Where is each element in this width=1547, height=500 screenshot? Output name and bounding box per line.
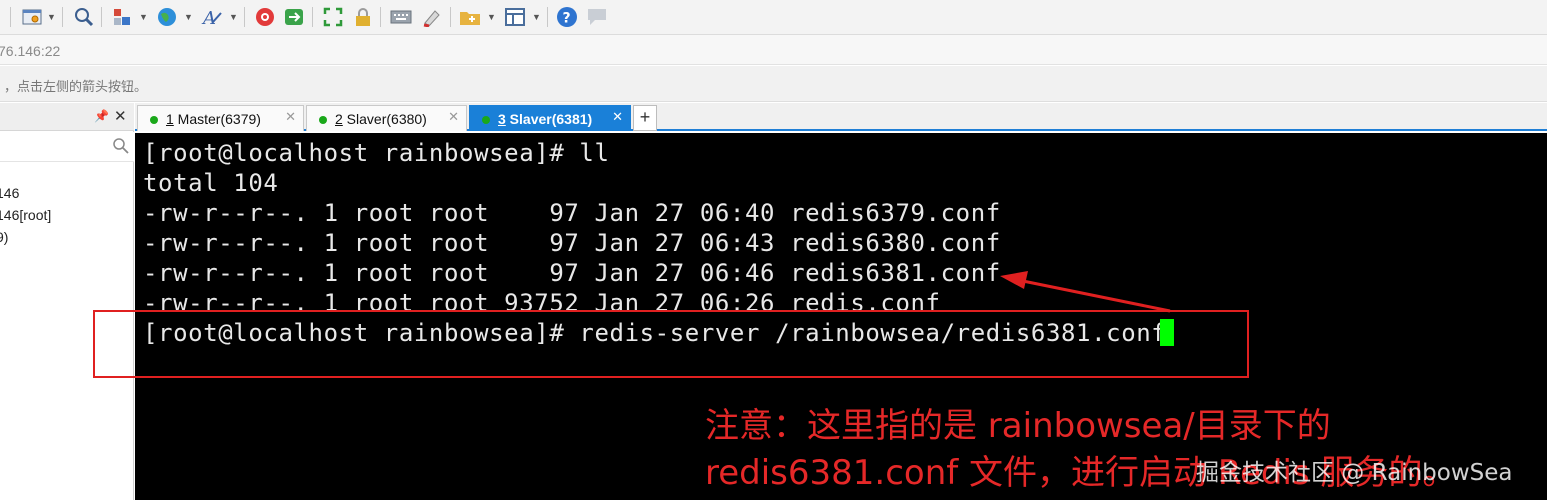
hint-text: ，点击左侧的箭头按钮。 bbox=[4, 79, 148, 94]
terminal-line: total 104 bbox=[143, 169, 279, 197]
toolbar-separator bbox=[244, 7, 245, 27]
session-tree-item[interactable]: 9) bbox=[0, 229, 8, 245]
chevron-down-icon[interactable]: ▼ bbox=[229, 12, 238, 22]
globe-icon[interactable] bbox=[155, 5, 179, 29]
connected-status-icon bbox=[482, 116, 490, 124]
tab-slaver-6381[interactable]: 3 Slaver(6381) ✕ bbox=[469, 105, 631, 131]
toolbar-separator bbox=[312, 7, 313, 27]
session-panel: 📌 ✕ 146 146[root] 9) bbox=[0, 103, 134, 500]
terminal-line: -rw-r--r--. 1 root root 97 Jan 27 06:43 … bbox=[143, 229, 1001, 257]
chevron-down-icon[interactable]: ▼ bbox=[184, 12, 193, 22]
toolbar-separator bbox=[62, 7, 63, 27]
svg-text:A: A bbox=[201, 8, 216, 27]
terminal-line: -rw-r--r--. 1 root root 97 Jan 27 06:40 … bbox=[143, 199, 1001, 227]
annotation-arrow-icon bbox=[1000, 271, 1171, 313]
panel-header: 📌 ✕ bbox=[0, 103, 134, 131]
toolbar: ▼ ▼ ▼ A ▼ ▼ ▼ ? bbox=[0, 0, 1547, 35]
layout-icon[interactable] bbox=[503, 5, 527, 29]
chat-icon[interactable] bbox=[585, 5, 609, 29]
session-tree-item[interactable]: 146[root] bbox=[0, 207, 51, 223]
close-icon[interactable]: ✕ bbox=[612, 109, 623, 125]
font-icon[interactable]: A bbox=[200, 5, 224, 29]
address-bar[interactable]: 76.146:22 bbox=[0, 35, 1547, 65]
chevron-down-icon[interactable]: ▼ bbox=[532, 12, 541, 22]
chevron-down-icon[interactable]: ▼ bbox=[139, 12, 148, 22]
session-tree-item[interactable]: 146 bbox=[0, 185, 19, 201]
pin-icon[interactable]: 📌 bbox=[94, 109, 109, 123]
toolbar-separator bbox=[10, 7, 11, 27]
tab-label: 3 Slaver(6381) bbox=[498, 111, 593, 127]
highlight-box bbox=[93, 310, 1249, 378]
tab-slaver-6380[interactable]: 2 Slaver(6380) ✕ bbox=[306, 105, 467, 131]
find-icon[interactable] bbox=[72, 5, 96, 29]
search-icon[interactable] bbox=[112, 137, 130, 155]
highlight-icon[interactable] bbox=[420, 5, 444, 29]
hint-bar: ，点击左侧的箭头按钮。 bbox=[0, 66, 1547, 102]
annotation-line-1: 注意：这里指的是 rainbowsea/目录下的 bbox=[705, 406, 1331, 446]
close-icon[interactable]: ✕ bbox=[448, 109, 459, 125]
toolbar-separator bbox=[450, 7, 451, 27]
watermark: 掘金技术社区 @ RainbowSea bbox=[1196, 460, 1513, 486]
connected-status-icon bbox=[319, 116, 327, 124]
svg-text:?: ? bbox=[563, 11, 571, 27]
session-search-input[interactable] bbox=[0, 132, 134, 162]
tab-bar: 1 Master(6379) ✕ 2 Slaver(6380) ✕ 3 Slav… bbox=[135, 103, 1547, 131]
terminal-line: [root@localhost rainbowsea]# ll bbox=[143, 139, 610, 167]
session-manager-icon[interactable] bbox=[110, 5, 134, 29]
terminal-settings-icon[interactable] bbox=[20, 5, 44, 29]
terminal-line: -rw-r--r--. 1 root root 97 Jan 27 06:46 … bbox=[143, 259, 1001, 287]
address-text: 76.146:22 bbox=[0, 43, 61, 59]
lock-icon[interactable] bbox=[351, 5, 375, 29]
tab-master-6379[interactable]: 1 Master(6379) ✕ bbox=[137, 105, 304, 131]
close-icon[interactable]: ✕ bbox=[285, 109, 296, 125]
connected-status-icon bbox=[150, 116, 158, 124]
tab-label: 1 Master(6379) bbox=[166, 111, 261, 127]
close-icon[interactable]: ✕ bbox=[114, 107, 127, 125]
toolbar-separator bbox=[380, 7, 381, 27]
transfer-icon[interactable] bbox=[282, 5, 306, 29]
fullscreen-icon[interactable] bbox=[321, 5, 345, 29]
keyboard-icon[interactable] bbox=[389, 5, 413, 29]
new-folder-icon[interactable] bbox=[458, 5, 482, 29]
help-icon[interactable]: ? bbox=[555, 5, 579, 29]
toolbar-separator bbox=[547, 7, 548, 27]
chevron-down-icon[interactable]: ▼ bbox=[487, 12, 496, 22]
redhat-icon[interactable] bbox=[253, 5, 277, 29]
chevron-down-icon[interactable]: ▼ bbox=[47, 12, 56, 22]
toolbar-separator bbox=[101, 7, 102, 27]
tab-label: 2 Slaver(6380) bbox=[335, 111, 427, 127]
new-tab-button[interactable]: + bbox=[633, 105, 657, 131]
